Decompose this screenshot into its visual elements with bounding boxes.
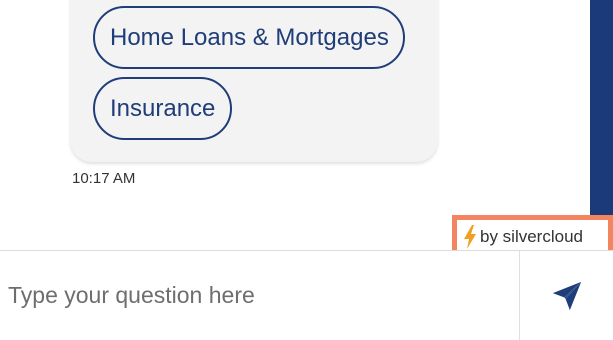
chat-transcript: Home Loans & Mortgages Insurance 10:17 A… (0, 0, 590, 250)
question-input[interactable] (0, 251, 519, 339)
powered-by-badge-inner: by silvercloud (457, 220, 608, 254)
quick-reply-home-loans[interactable]: Home Loans & Mortgages (93, 6, 405, 69)
chat-scrollbar[interactable] (590, 0, 613, 250)
message-composer (0, 250, 613, 340)
send-button[interactable] (520, 251, 613, 340)
powered-by-text: by silvercloud (480, 227, 583, 246)
paper-plane-icon (552, 281, 581, 311)
quick-reply-insurance[interactable]: Insurance (93, 77, 232, 140)
lightning-bolt-icon (464, 225, 476, 249)
message-timestamp: 10:17 AM (72, 170, 136, 187)
